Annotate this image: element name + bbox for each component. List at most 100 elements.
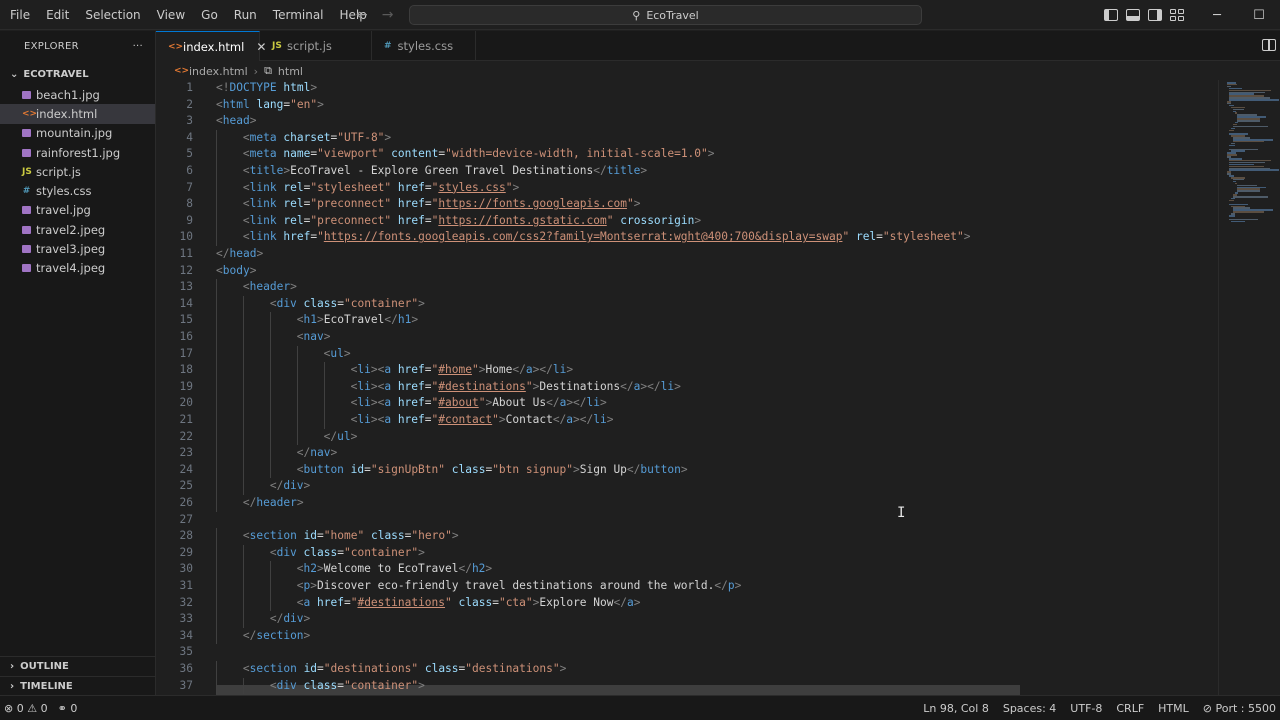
file-item[interactable]: travel.jpg (0, 201, 155, 220)
menu-terminal[interactable]: Terminal (265, 0, 332, 30)
navigation-arrows: ← → (356, 0, 393, 30)
indent-guide (296, 412, 298, 429)
code-token: </ (512, 363, 526, 377)
customize-layout-icon[interactable] (1170, 9, 1184, 21)
code-token: class (303, 296, 338, 310)
line-number: 16 (179, 330, 193, 343)
file-item[interactable]: rainforest1.jpg (0, 143, 155, 162)
code-token[interactable]: https://fonts.gstatic.com (438, 214, 606, 227)
indent-guide (216, 611, 217, 628)
live-server-port[interactable]: ⊘ Port : 5500 (1203, 702, 1276, 715)
toggle-primary-sidebar-icon[interactable] (1104, 9, 1118, 21)
menu-edit[interactable]: Edit (38, 0, 77, 30)
tab-index-html[interactable]: <> index.html ✕ (156, 31, 266, 61)
more-actions-icon[interactable]: ··· (133, 41, 143, 52)
code-token[interactable]: https://fonts.googleapis.com/css2?family… (324, 230, 843, 243)
code-token: nav (303, 330, 324, 343)
minimap[interactable] (1218, 80, 1280, 695)
breadcrumb-file[interactable]: index.html (189, 65, 248, 78)
menu-run[interactable]: Run (226, 0, 265, 30)
code-token[interactable]: #contact (438, 413, 492, 426)
ports-indicator[interactable]: ⚭ 0 (58, 702, 78, 715)
menu-go[interactable]: Go (193, 0, 226, 30)
line-number: 11 (179, 247, 193, 260)
menu-view[interactable]: View (149, 0, 193, 30)
forward-arrow-icon[interactable]: → (382, 7, 394, 23)
file-item[interactable]: <> index.html (0, 104, 155, 124)
file-item[interactable]: # styles.css (0, 181, 155, 200)
code-token[interactable]: #destinations (357, 596, 445, 609)
code-token: " (445, 595, 452, 609)
file-item[interactable]: travel3.jpeg (0, 239, 155, 258)
file-name: index.html (36, 106, 98, 121)
menu-selection[interactable]: Selection (77, 0, 148, 30)
problems-indicator[interactable]: ⊗ 0 ⚠ 0 (4, 702, 48, 715)
breadcrumb-symbol[interactable]: html (278, 65, 303, 78)
explorer-sidebar: EXPLORER ··· ⌄ ECOTRAVEL beach1.jpg <> ind… (0, 31, 156, 695)
back-arrow-icon[interactable]: ← (356, 7, 368, 23)
code-token: > (303, 612, 311, 626)
code-token: < (242, 164, 250, 177)
code-token[interactable]: #home (438, 363, 472, 376)
minimize-icon[interactable]: ─ (1196, 0, 1238, 30)
split-editor-icon[interactable] (1262, 39, 1276, 51)
code-token: ></ (573, 413, 594, 426)
indent-guide (242, 561, 244, 578)
language-mode[interactable]: HTML (1158, 702, 1189, 715)
outline-section[interactable]: › OUTLINE (0, 656, 156, 676)
maximize-icon[interactable]: ☐ (1238, 0, 1280, 30)
code-token: > (350, 429, 358, 443)
code-token: rel (283, 180, 304, 194)
tab-label: script.js (287, 39, 332, 53)
image-file-icon (22, 129, 31, 138)
cursor-position[interactable]: Ln 98, Col 8 (923, 702, 989, 715)
indent-guide (216, 279, 217, 296)
command-center-search[interactable]: ⚲ EcoTravel (409, 5, 922, 25)
code-token: Sign Up (579, 462, 627, 476)
indentation[interactable]: Spaces: 4 (1003, 702, 1056, 715)
indent-guide (323, 378, 325, 396)
minimap-line (1229, 199, 1235, 202)
code-token: = (424, 197, 432, 211)
error-icon: ⊗ (4, 701, 14, 715)
code-token[interactable]: #about (438, 396, 478, 409)
toggle-panel-icon[interactable] (1126, 9, 1140, 21)
code-token: > (317, 97, 324, 111)
code-token[interactable]: #destinations (438, 380, 526, 393)
encoding[interactable]: UTF-8 (1070, 702, 1102, 715)
end-of-line[interactable]: CRLF (1116, 702, 1144, 715)
code-token: Explore Now (539, 595, 614, 609)
file-item[interactable]: beach1.jpg (0, 85, 155, 104)
code-text: <div class="container"> (270, 296, 425, 313)
code-token: ></ (532, 363, 553, 377)
file-item[interactable]: travel2.jpeg (0, 220, 155, 239)
file-item[interactable]: JS script.js (0, 162, 155, 181)
chevron-down-icon: ⌄ (10, 68, 19, 80)
toggle-secondary-sidebar-icon[interactable] (1148, 9, 1162, 21)
code-line: 15 <h1>EcoTravel</h1> (156, 312, 1218, 329)
code-line: 2 <html lang="en"> (156, 97, 1218, 114)
folder-ecotravel[interactable]: ⌄ ECOTRAVEL (0, 63, 155, 85)
code-token[interactable]: https://fonts.googleapis.com (438, 197, 627, 210)
file-item[interactable]: travel4.jpeg (0, 259, 155, 278)
code-token: = (317, 529, 324, 543)
code-token: header (249, 280, 291, 294)
code-token: < (269, 678, 277, 692)
code-text: <li><a href="#home">Home</a></li> (351, 362, 574, 379)
file-item[interactable]: mountain.jpg (0, 124, 155, 143)
menu-file[interactable]: File (2, 0, 38, 30)
tab-styles-css[interactable]: # styles.css (372, 31, 476, 61)
indent-guide (323, 362, 325, 379)
code-editor[interactable]: 1 <!DOCTYPE html> 2 <html lang="en"> 3 <head>… (156, 80, 1218, 695)
code-token[interactable]: styles.css (438, 181, 505, 194)
code-token: = (424, 396, 432, 410)
code-token: div (283, 612, 304, 626)
code-token: </ (269, 479, 284, 493)
timeline-section[interactable]: › TIMELINE (0, 676, 156, 696)
code-line: 20 <li><a href="#about">About Us</a></li> (156, 395, 1218, 412)
code-text: <section id="home" class="hero"> (243, 528, 459, 545)
code-token: = (492, 595, 499, 609)
tab-script-js[interactable]: JS script.js (260, 31, 372, 61)
image-file-icon (22, 206, 31, 215)
